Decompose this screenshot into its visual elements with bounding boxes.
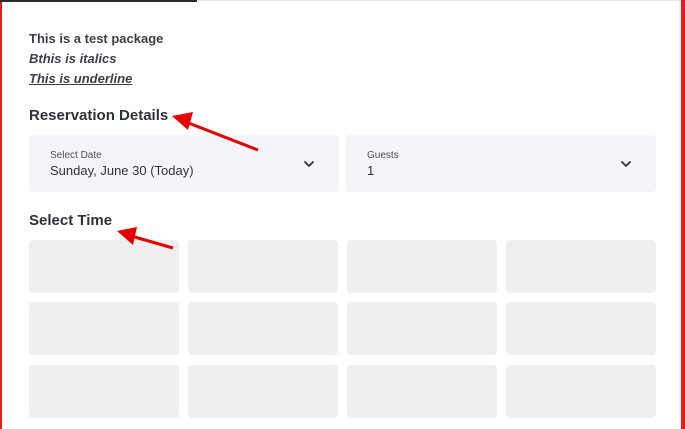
reservation-details-heading: Reservation Details xyxy=(29,107,169,124)
active-tab-indicator xyxy=(0,0,197,2)
time-slot-placeholder[interactable] xyxy=(29,302,179,355)
package-description-line: This is a test package xyxy=(29,31,164,46)
time-slot-placeholder[interactable] xyxy=(188,302,338,355)
time-slot-placeholder[interactable] xyxy=(29,240,179,293)
select-time-heading: Select Time xyxy=(29,212,113,229)
date-select-value: Sunday, June 30 (Today) xyxy=(50,163,194,178)
time-slot-placeholder[interactable] xyxy=(347,302,497,355)
package-description-underline: This is underline xyxy=(29,71,133,86)
time-slot-placeholder[interactable] xyxy=(506,365,656,418)
time-slot-placeholder[interactable] xyxy=(347,240,497,293)
chevron-down-icon xyxy=(621,161,631,167)
time-slot-placeholder[interactable] xyxy=(506,302,656,355)
time-slot-placeholder[interactable] xyxy=(29,365,179,418)
time-slot-placeholder[interactable] xyxy=(188,240,338,293)
guests-select[interactable]: Guests 1 xyxy=(346,135,656,192)
time-slot-placeholder[interactable] xyxy=(506,240,656,293)
time-slot-placeholder[interactable] xyxy=(188,365,338,418)
guests-select-label: Guests xyxy=(367,150,399,161)
package-description-italic: Bthis is italics xyxy=(29,51,117,66)
chevron-down-icon xyxy=(304,161,314,167)
top-divider xyxy=(197,0,681,1)
red-frame-left xyxy=(0,0,2,429)
time-slot-placeholder[interactable] xyxy=(347,365,497,418)
red-frame-right xyxy=(681,0,685,429)
guests-select-value: 1 xyxy=(367,163,375,178)
date-select[interactable]: Select Date Sunday, June 30 (Today) xyxy=(29,135,339,192)
date-select-label: Select Date xyxy=(50,150,102,161)
